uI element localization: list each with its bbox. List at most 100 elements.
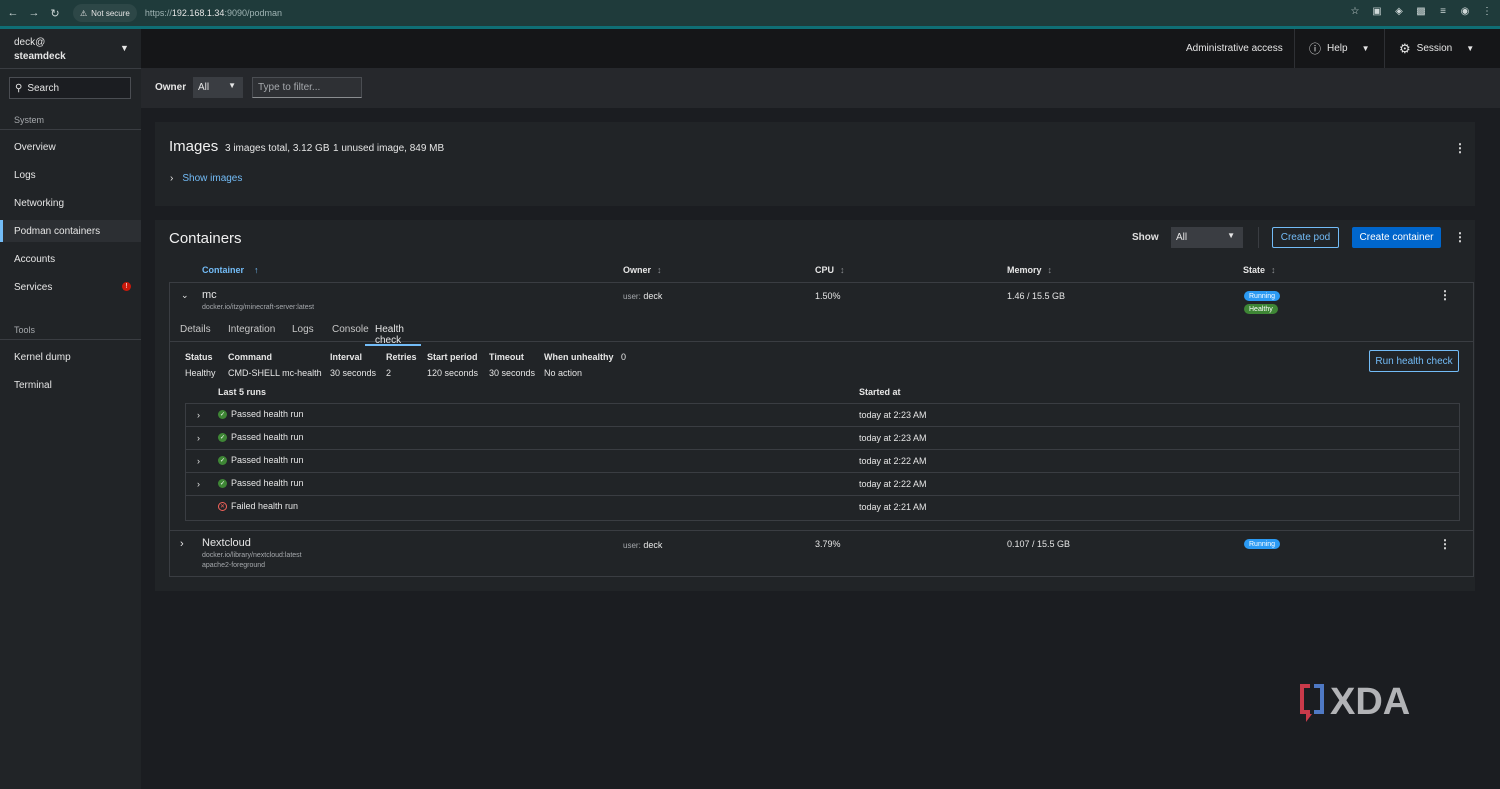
profile-avatar-icon[interactable]: ◉ bbox=[1458, 4, 1472, 18]
column-header-state[interactable]: State ↕ bbox=[1243, 265, 1276, 275]
search-input[interactable]: ⚲ Search bbox=[9, 77, 131, 99]
create-container-button[interactable]: Create container bbox=[1352, 227, 1441, 248]
owner-value: deck bbox=[643, 540, 663, 550]
sidebar-item-kernel-dump[interactable]: Kernel dump bbox=[0, 346, 141, 368]
health-run-row[interactable]: › ✓ Passed health run today at 2:22 AM bbox=[186, 450, 1459, 473]
hc-value-command: CMD-SHELL mc-health bbox=[228, 368, 322, 378]
sidebar-item-overview[interactable]: Overview bbox=[0, 136, 141, 158]
host-user: deck@ bbox=[14, 37, 46, 48]
column-header-owner[interactable]: Owner ↕ bbox=[623, 265, 662, 275]
caret-down-icon: ▼ bbox=[228, 81, 236, 90]
kebab-menu-icon[interactable]: ⋮ bbox=[1439, 537, 1451, 551]
health-run-row[interactable]: › ✓ Passed health run today at 2:23 AM bbox=[186, 427, 1459, 450]
container-cpu: 1.50% bbox=[815, 291, 841, 301]
host-switcher[interactable]: deck@ steamdeck bbox=[14, 36, 66, 64]
tab-integration[interactable]: Integration bbox=[228, 324, 275, 344]
tab-details[interactable]: Details bbox=[180, 324, 211, 344]
check-circle-icon: ✓ bbox=[218, 410, 227, 419]
containers-title: Containers bbox=[169, 230, 242, 247]
admin-access-button[interactable]: Administrative access bbox=[1186, 29, 1283, 68]
shield-icon[interactable]: ◈ bbox=[1392, 4, 1406, 18]
reload-icon[interactable]: ↻ bbox=[47, 5, 63, 21]
sidebar-item-terminal[interactable]: Terminal bbox=[0, 374, 141, 396]
section-system: System bbox=[14, 115, 45, 125]
section-tools: Tools bbox=[14, 325, 36, 335]
owner-value: deck bbox=[643, 291, 663, 301]
run-label: Passed health run bbox=[231, 455, 304, 465]
table-row bbox=[169, 530, 1474, 577]
extension-icon[interactable]: ▣ bbox=[1370, 4, 1384, 18]
security-chip[interactable]: ⚠ Not secure bbox=[73, 4, 137, 22]
forward-icon[interactable]: → bbox=[26, 5, 42, 21]
tab-logs[interactable]: Logs bbox=[292, 324, 314, 344]
chevron-right-icon[interactable]: › bbox=[180, 538, 184, 550]
chevron-right-icon[interactable]: › bbox=[197, 456, 200, 466]
chevron-right-icon[interactable]: › bbox=[197, 410, 200, 420]
sidebar-item-podman-containers[interactable]: Podman containers bbox=[0, 220, 141, 242]
bookmark-star-icon[interactable]: ☆ bbox=[1348, 4, 1362, 18]
tab-console[interactable]: Console bbox=[332, 324, 369, 344]
back-icon[interactable]: ← bbox=[5, 5, 21, 21]
chevron-down-icon[interactable]: ⌄ bbox=[181, 290, 189, 301]
sidebar-item-logs[interactable]: Logs bbox=[0, 164, 141, 186]
column-header-memory[interactable]: Memory ↕ bbox=[1007, 265, 1052, 275]
search-placeholder: Search bbox=[27, 82, 60, 94]
warning-icon: ⚠ bbox=[80, 8, 88, 18]
hc-value-retries: 2 bbox=[386, 368, 392, 378]
sidebar-item-services[interactable]: Services ! bbox=[0, 276, 141, 298]
caret-down-icon: ▼ bbox=[1227, 231, 1235, 240]
run-health-check-button[interactable]: Run health check bbox=[1369, 350, 1459, 372]
run-time: today at 2:22 AM bbox=[859, 456, 927, 466]
chevron-right-icon[interactable]: › bbox=[197, 433, 200, 443]
kebab-menu-icon[interactable]: ⋮ bbox=[1454, 230, 1466, 244]
session-menu[interactable]: ⚙ Session ▼ bbox=[1399, 29, 1474, 68]
column-header-container[interactable]: Container ↑ bbox=[202, 265, 259, 275]
browser-menu-icon[interactable]: ⋮ bbox=[1480, 4, 1494, 18]
filter-input[interactable]: Type to filter... bbox=[252, 77, 362, 98]
hc-label-timeout: Timeout bbox=[489, 352, 524, 362]
run-time: today at 2:21 AM bbox=[859, 502, 927, 512]
chevron-right-icon[interactable]: › bbox=[197, 479, 200, 489]
address-bar[interactable]: https://192.168.1.34:9090/podman bbox=[145, 8, 282, 18]
hc-failing-streak: 0 bbox=[621, 352, 627, 362]
caret-down-icon[interactable]: ▼ bbox=[120, 43, 129, 53]
container-command: apache2-foreground bbox=[202, 562, 266, 569]
kebab-menu-icon[interactable]: ⋮ bbox=[1454, 141, 1466, 155]
check-circle-icon: ✓ bbox=[218, 456, 227, 465]
container-owner: user: deck bbox=[623, 291, 662, 301]
show-select[interactable]: All ▼ bbox=[1171, 227, 1243, 248]
search-icon: ⚲ bbox=[15, 82, 23, 94]
sidebar-item-accounts[interactable]: Accounts bbox=[0, 248, 141, 270]
divider bbox=[1384, 29, 1385, 68]
sidebar-item-networking[interactable]: Networking bbox=[0, 192, 141, 214]
health-run-row[interactable]: › ✓ Passed health run today at 2:23 AM bbox=[186, 404, 1459, 427]
create-pod-button[interactable]: Create pod bbox=[1272, 227, 1339, 248]
container-memory: 0.107 / 15.5 GB bbox=[1007, 539, 1071, 549]
column-label: Memory bbox=[1007, 265, 1042, 275]
container-image: docker.io/itzg/minecraft-server:latest bbox=[202, 304, 315, 311]
health-run-row[interactable]: › ✓ Passed health run today at 2:22 AM bbox=[186, 473, 1459, 496]
owner-select[interactable]: All ▼ bbox=[193, 77, 243, 98]
watermark-text: XDA bbox=[1330, 681, 1410, 722]
puzzle-icon[interactable]: ▩ bbox=[1414, 4, 1428, 18]
status-badge: Running bbox=[1244, 291, 1281, 301]
hc-label-command: Command bbox=[228, 352, 273, 362]
kebab-menu-icon[interactable]: ⋮ bbox=[1439, 288, 1451, 302]
show-value: All bbox=[1176, 232, 1188, 243]
column-header-cpu[interactable]: CPU ↕ bbox=[815, 265, 845, 275]
health-badge: Healthy bbox=[1244, 304, 1278, 314]
masthead: Administrative access ⓘ Help ▼ ⚙ Session… bbox=[141, 29, 1500, 68]
security-label: Not secure bbox=[91, 8, 130, 18]
sort-ascending-icon: ↑ bbox=[254, 265, 259, 275]
run-label: Passed health run bbox=[231, 432, 304, 442]
column-label: Container bbox=[202, 265, 245, 275]
help-menu[interactable]: ⓘ Help ▼ bbox=[1309, 29, 1370, 68]
images-unused: 1 unused image, 849 MB bbox=[333, 143, 445, 154]
sort-icon: ↕ bbox=[840, 265, 845, 275]
images-title: Images bbox=[169, 138, 219, 155]
show-images-toggle[interactable]: › Show images bbox=[170, 173, 242, 184]
health-runs-list: › ✓ Passed health run today at 2:23 AM ›… bbox=[185, 403, 1460, 521]
hc-label-start-period: Start period bbox=[427, 352, 478, 362]
media-icon[interactable]: ≡ bbox=[1436, 4, 1450, 18]
tab-health-check[interactable]: Health check bbox=[365, 324, 421, 346]
